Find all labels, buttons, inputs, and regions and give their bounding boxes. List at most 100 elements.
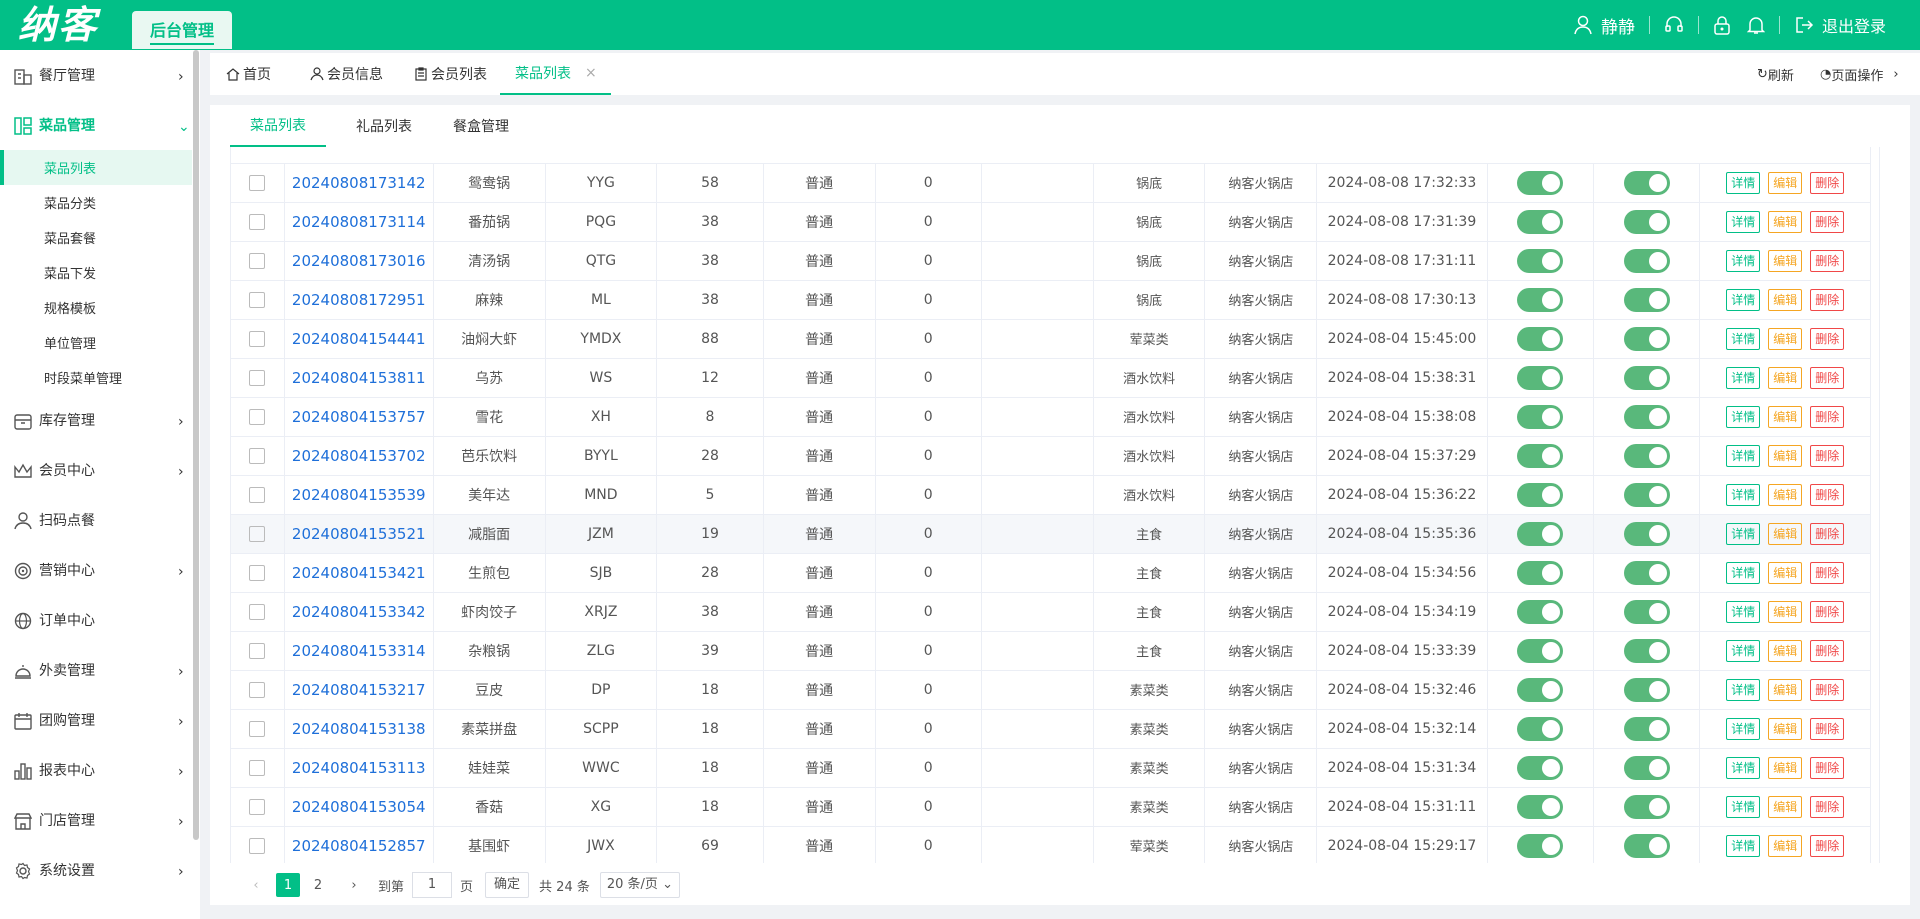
nav-takeout[interactable]: 外卖管理 ›	[0, 652, 192, 688]
detail-button[interactable]: 详情	[1726, 327, 1761, 350]
dish-code-link[interactable]: 20240804153702	[284, 436, 434, 476]
row-checkbox-cell[interactable]	[231, 631, 285, 671]
row-checkbox[interactable]	[249, 759, 266, 776]
row-checkbox[interactable]	[249, 486, 266, 503]
row-checkbox[interactable]	[249, 369, 266, 386]
dish-code-link[interactable]: 20240804154441	[284, 319, 434, 359]
status-toggle[interactable]	[1517, 638, 1564, 663]
goto-page-input[interactable]: 1	[412, 872, 453, 898]
sale-toggle[interactable]	[1623, 794, 1670, 819]
detail-button[interactable]: 详情	[1726, 561, 1761, 584]
table-row[interactable]: 20240804153539 美年达 MND 5 普通 0 酒水饮料 纳客火锅店…	[231, 475, 1871, 515]
row-checkbox[interactable]	[249, 798, 266, 815]
table-row[interactable]: 20240808173016 清汤锅 QTG 38 普通 0 锅底 纳客火锅店 …	[231, 241, 1871, 281]
table-row[interactable]: 20240804153138 素菜拼盘 SCPP 18 普通 0 素菜类 纳客火…	[231, 709, 1871, 749]
page-2-button[interactable]: 2	[306, 873, 330, 897]
dish-table-wrap[interactable]: 20240808173142 鸳鸯锅 YYG 58 普通 0 锅底 纳客火锅店 …	[230, 147, 1880, 863]
dish-code-link[interactable]: 20240808173016	[284, 241, 434, 281]
admin-tab[interactable]: 后台管理	[132, 11, 232, 49]
edit-button[interactable]: 编辑	[1768, 834, 1803, 857]
detail-button[interactable]: 详情	[1726, 210, 1761, 233]
status-toggle[interactable]	[1517, 794, 1564, 819]
tab-home[interactable]: 首页	[226, 53, 271, 95]
headset-icon[interactable]	[1664, 15, 1684, 35]
status-toggle[interactable]	[1517, 677, 1564, 702]
row-checkbox-cell[interactable]	[231, 163, 285, 203]
row-checkbox-cell[interactable]	[231, 514, 285, 554]
detail-button[interactable]: 详情	[1726, 366, 1761, 389]
sale-toggle[interactable]	[1623, 248, 1670, 273]
table-row[interactable]: 20240808173114 番茄锅 PQG 38 普通 0 锅底 纳客火锅店 …	[231, 202, 1871, 242]
edit-button[interactable]: 编辑	[1768, 327, 1803, 350]
row-checkbox-cell[interactable]	[231, 787, 285, 827]
edit-button[interactable]: 编辑	[1768, 171, 1803, 194]
detail-button[interactable]: 详情	[1726, 600, 1761, 623]
next-page-icon[interactable]: ›	[342, 873, 366, 897]
edit-button[interactable]: 编辑	[1768, 405, 1803, 428]
edit-button[interactable]: 编辑	[1768, 522, 1803, 545]
detail-button[interactable]: 详情	[1726, 795, 1761, 818]
table-row[interactable]: 20240808172951 麻辣 ML 38 普通 0 锅底 纳客火锅店 20…	[231, 280, 1871, 320]
edit-button[interactable]: 编辑	[1768, 210, 1803, 233]
sub-dish-list[interactable]: 菜品列表	[0, 150, 192, 185]
row-checkbox[interactable]	[249, 252, 266, 269]
sub-unit-manage[interactable]: 单位管理	[0, 325, 192, 360]
sale-toggle[interactable]	[1623, 560, 1670, 585]
detail-button[interactable]: 详情	[1726, 678, 1761, 701]
delete-button[interactable]: 删除	[1810, 327, 1845, 350]
sale-toggle[interactable]	[1623, 521, 1670, 546]
sale-toggle[interactable]	[1623, 833, 1670, 858]
row-checkbox[interactable]	[249, 330, 266, 347]
sale-toggle[interactable]	[1623, 482, 1670, 507]
dish-code-link[interactable]: 20240808173142	[284, 163, 434, 203]
table-row[interactable]: 20240804152857 基围虾 JWX 69 普通 0 荤菜类 纳客火锅店…	[231, 826, 1871, 863]
nav-scan-order[interactable]: 扫码点餐	[0, 502, 192, 538]
delete-button[interactable]: 删除	[1810, 366, 1845, 389]
status-toggle[interactable]	[1517, 482, 1564, 507]
sale-toggle[interactable]	[1623, 209, 1670, 234]
row-checkbox[interactable]	[249, 447, 266, 464]
dish-code-link[interactable]: 20240804153757	[284, 397, 434, 437]
row-checkbox[interactable]	[249, 174, 266, 191]
row-checkbox-cell[interactable]	[231, 241, 285, 281]
table-row[interactable]: 20240804153421 生煎包 SJB 28 普通 0 主食 纳客火锅店 …	[231, 553, 1871, 593]
row-checkbox[interactable]	[249, 408, 266, 425]
detail-button[interactable]: 详情	[1726, 756, 1761, 779]
delete-button[interactable]: 删除	[1810, 405, 1845, 428]
bell-icon[interactable]	[1746, 15, 1765, 35]
row-checkbox-cell[interactable]	[231, 553, 285, 593]
tab-member-info[interactable]: 会员信息	[310, 53, 383, 95]
nav-restaurant[interactable]: 餐厅管理 ›	[0, 57, 192, 93]
row-checkbox-cell[interactable]	[231, 748, 285, 788]
sale-toggle[interactable]	[1623, 404, 1670, 429]
close-icon[interactable]: ×	[585, 65, 597, 81]
status-toggle[interactable]	[1517, 209, 1564, 234]
dish-code-link[interactable]: 20240804153054	[284, 787, 434, 827]
status-toggle[interactable]	[1517, 443, 1564, 468]
dish-code-link[interactable]: 20240804153342	[284, 592, 434, 632]
logout-button[interactable]: 退出登录	[1794, 13, 1886, 37]
row-checkbox[interactable]	[249, 681, 266, 698]
edit-button[interactable]: 编辑	[1768, 795, 1803, 818]
edit-button[interactable]: 编辑	[1768, 483, 1803, 506]
subtab-dish-list[interactable]: 菜品列表	[230, 105, 326, 147]
dish-code-link[interactable]: 20240804153314	[284, 631, 434, 671]
sale-toggle[interactable]	[1623, 326, 1670, 351]
nav-inventory[interactable]: 库存管理 ›	[0, 402, 192, 438]
edit-button[interactable]: 编辑	[1768, 288, 1803, 311]
sale-toggle[interactable]	[1623, 599, 1670, 624]
table-row[interactable]: 20240804153521 减脂面 JZM 19 普通 0 主食 纳客火锅店 …	[231, 514, 1871, 554]
table-row[interactable]: 20240804153811 乌苏 WS 12 普通 0 酒水饮料 纳客火锅店 …	[231, 358, 1871, 398]
row-checkbox[interactable]	[249, 564, 266, 581]
delete-button[interactable]: 删除	[1810, 288, 1845, 311]
sale-toggle[interactable]	[1623, 365, 1670, 390]
goto-confirm-button[interactable]: 确定	[485, 872, 530, 898]
delete-button[interactable]: 删除	[1810, 444, 1845, 467]
row-checkbox-cell[interactable]	[231, 475, 285, 515]
table-row[interactable]: 20240804153342 虾肉饺子 XRJZ 38 普通 0 主食 纳客火锅…	[231, 592, 1871, 632]
edit-button[interactable]: 编辑	[1768, 444, 1803, 467]
dish-code-link[interactable]: 20240804153521	[284, 514, 434, 554]
delete-button[interactable]: 删除	[1810, 171, 1845, 194]
sale-toggle[interactable]	[1623, 716, 1670, 741]
table-row[interactable]: 20240808173142 鸳鸯锅 YYG 58 普通 0 锅底 纳客火锅店 …	[231, 163, 1871, 203]
